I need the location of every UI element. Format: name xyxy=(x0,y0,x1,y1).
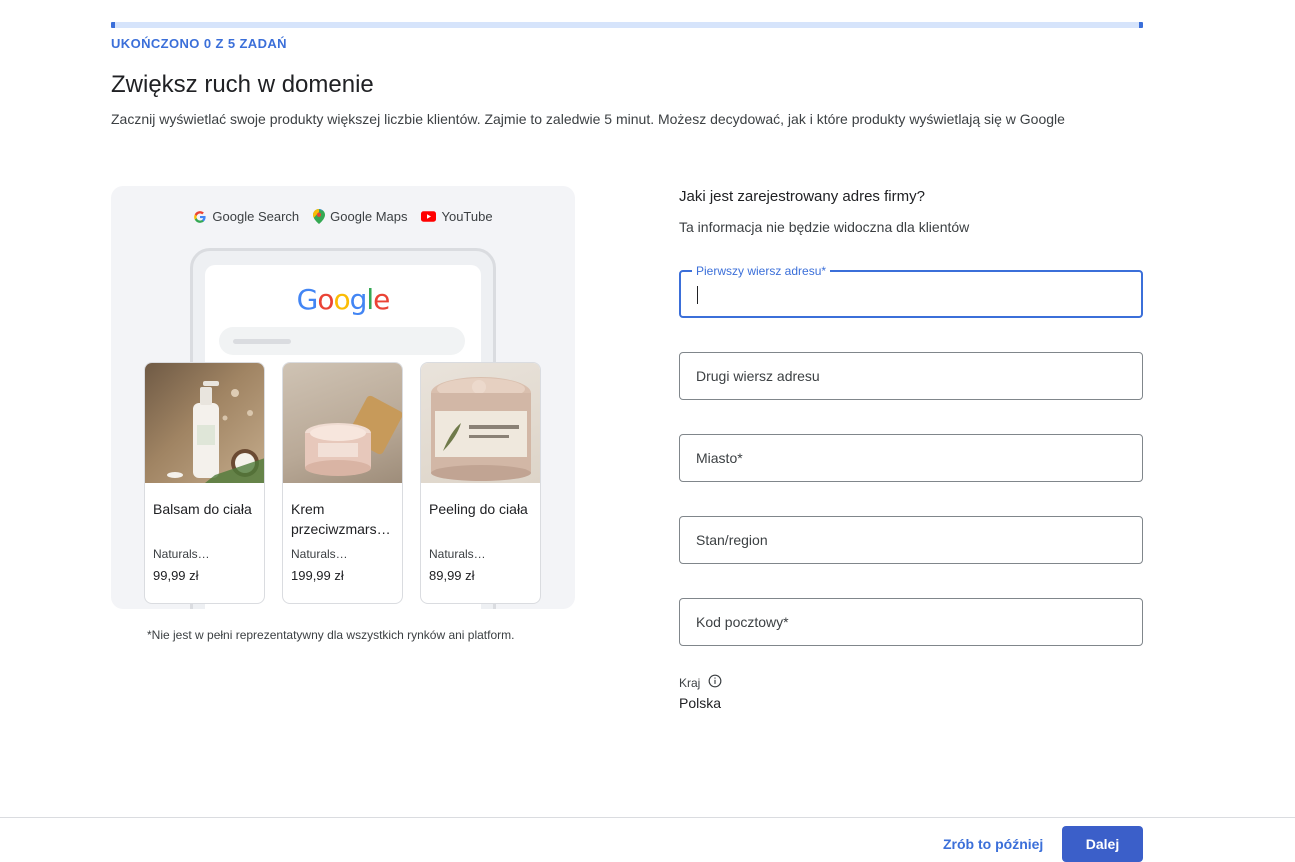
region-field[interactable] xyxy=(679,516,1143,564)
address-line1-label: Pierwszy wiersz adresu* xyxy=(692,264,831,278)
text-caret xyxy=(697,286,698,304)
product-store: Naturals… xyxy=(291,547,348,561)
google-g-icon xyxy=(193,210,207,224)
address-line2-field[interactable] xyxy=(679,352,1143,400)
product-image-scrub xyxy=(421,363,540,483)
product-name: Krem przeciwzmarszczkowy xyxy=(291,499,397,539)
product-name: Peeling do ciała xyxy=(429,501,528,517)
product-store: Naturals… xyxy=(429,547,486,561)
city-field[interactable] xyxy=(679,434,1143,482)
region-input[interactable] xyxy=(680,517,1142,563)
platform-label: YouTube xyxy=(441,209,493,224)
product-store: Naturals… xyxy=(153,547,210,561)
disclaimer: *Nie jest w pełni reprezentatywny dla ws… xyxy=(147,628,515,642)
page-title: Zwiększ ruch w domenie xyxy=(111,71,374,98)
address-line1-input[interactable] xyxy=(681,272,1141,316)
progress-bar xyxy=(111,22,1143,28)
google-logo: Google xyxy=(296,283,391,316)
youtube-icon xyxy=(421,211,437,222)
product-price: 89,99 zł xyxy=(429,568,475,583)
info-icon[interactable] xyxy=(708,674,722,691)
product-image-lotion xyxy=(145,363,264,483)
form-title: Jaki jest zarejestrowany adres firmy? xyxy=(679,188,925,205)
platform-label: Google Search xyxy=(212,209,300,224)
address-line1-field[interactable]: Pierwszy wiersz adresu* xyxy=(679,264,1143,318)
address-line2-input[interactable] xyxy=(680,353,1142,399)
postal-code-field[interactable] xyxy=(679,598,1143,646)
platform-youtube: YouTube xyxy=(421,209,493,224)
country-label-row: Kraj xyxy=(679,674,722,691)
product-price: 199,99 zł xyxy=(291,568,344,583)
footer-divider xyxy=(0,817,1295,818)
city-input[interactable] xyxy=(680,435,1142,481)
do-later-button[interactable]: Zrób to później xyxy=(935,827,1051,861)
form-note: Ta informacja nie będzie widoczna dla kl… xyxy=(679,219,970,235)
product-card: Peeling do ciała Naturals… 89,99 zł xyxy=(420,362,541,604)
product-card: Balsam do ciała Naturals… 99,99 zł xyxy=(144,362,265,604)
country-value: Polska xyxy=(679,695,722,711)
maps-pin-icon xyxy=(313,209,326,224)
postal-code-input[interactable] xyxy=(680,599,1142,645)
product-price: 99,99 zł xyxy=(153,568,199,583)
platform-list: Google Search Google Maps YouTube xyxy=(111,209,575,224)
platform-google-search: Google Search xyxy=(193,209,299,224)
country-label: Kraj xyxy=(679,675,701,690)
product-list: Balsam do ciała Naturals… 99,99 zł Krem … xyxy=(144,362,541,604)
search-bar-mock xyxy=(219,327,465,355)
progress-text: UKOŃCZONO 0 Z 5 ZADAŃ xyxy=(111,36,287,51)
page-subtitle: Zacznij wyświetlać swoje produkty większ… xyxy=(111,111,1065,127)
product-image-cream xyxy=(283,363,402,483)
platform-label: Google Maps xyxy=(330,209,408,224)
product-name-line2: przeciwzmarszczkowy xyxy=(291,521,397,537)
preview-card: Google Search Google Maps YouTube Google… xyxy=(111,186,575,609)
product-name-line1: Krem xyxy=(291,501,325,517)
product-name: Balsam do ciała xyxy=(153,501,252,517)
next-button[interactable]: Dalej xyxy=(1062,826,1143,862)
platform-google-maps: Google Maps xyxy=(313,209,407,224)
product-card: Krem przeciwzmarszczkowy Naturals… 199,9… xyxy=(282,362,403,604)
